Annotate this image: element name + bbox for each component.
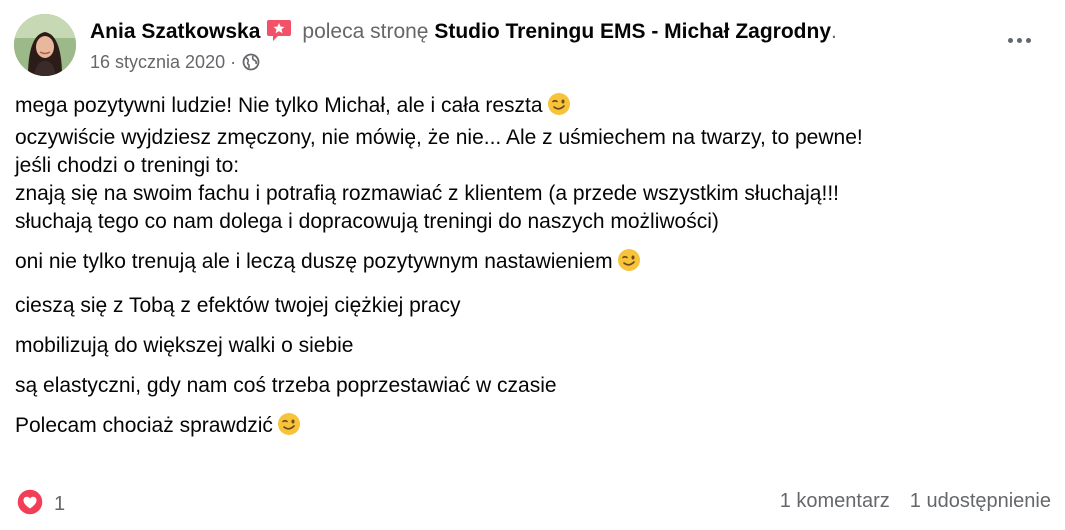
post-footer: 1 1 komentarz 1 udostępnienie <box>16 488 1051 518</box>
text-line: mega pozytywni ludzie! Nie tylko Michał,… <box>15 92 1051 124</box>
more-dot <box>1007 37 1013 43</box>
post-header: Ania Szatkowska poleca stronę Studio Tren… <box>14 12 1051 78</box>
text-line: znają się na swoim fachu i potrafią rozm… <box>15 182 839 205</box>
shares-link[interactable]: 1 udostępnienie <box>910 490 1051 512</box>
post-action: poleca stronę <box>302 20 429 43</box>
winking-face-emoji-icon <box>547 92 571 124</box>
paragraph-6: Polecam chociaż sprawdzić <box>15 412 1051 444</box>
text-line: Polecam chociaż sprawdzić <box>15 414 273 437</box>
post-body: mega pozytywni ludzie! Nie tylko Michał,… <box>15 92 1051 456</box>
post-title-line: Ania Szatkowska poleca stronę Studio Tren… <box>90 18 837 50</box>
text-line: oczywiście wyjdziesz zmęczony, nie mówię… <box>15 126 863 149</box>
paragraph-5: są elastyczni, gdy nam coś trzeba poprze… <box>15 374 557 397</box>
heart-reaction-icon <box>16 488 44 521</box>
text-line: oni nie tylko trenują ale i leczą duszę … <box>15 250 613 273</box>
text-line: słuchają tego co nam dolega i dopracowuj… <box>15 210 719 233</box>
avatar[interactable] <box>14 14 76 76</box>
paragraph-1: mega pozytywni ludzie! Nie tylko Michał,… <box>15 92 1051 236</box>
recommend-badge-icon <box>266 18 292 50</box>
paragraph-4: mobilizują do większej walki o siebie <box>15 334 354 357</box>
post-meta: 16 stycznia 2020 · <box>90 50 260 77</box>
author-name[interactable]: Ania Szatkowska <box>90 20 260 43</box>
reactions-summary[interactable]: 1 <box>16 488 65 521</box>
page-name-link[interactable]: Studio Treningu EMS - Michał Zagrodny <box>434 20 831 43</box>
facebook-post: Ania Szatkowska poleca stronę Studio Tren… <box>0 0 1065 530</box>
more-dot <box>1025 37 1031 43</box>
text-line: jeśli chodzi o treningi to: <box>15 154 240 177</box>
paragraph-2: oni nie tylko trenują ale i leczą duszę … <box>15 248 1051 280</box>
post-date[interactable]: 16 stycznia 2020 <box>90 52 225 72</box>
paragraph-3: cieszą się z Tobą z efektów twojej ciężk… <box>15 294 461 317</box>
winking-face-emoji-icon <box>277 412 301 444</box>
meta-separator: · <box>230 52 237 72</box>
reaction-count: 1 <box>54 493 66 515</box>
winking-face-emoji-icon <box>617 248 641 280</box>
text-line-content: mega pozytywni ludzie! Nie tylko Michał,… <box>15 94 543 117</box>
comments-link[interactable]: 1 komentarz <box>780 490 890 512</box>
engagement-stats: 1 komentarz 1 udostępnienie <box>780 490 1051 513</box>
more-options-button[interactable] <box>1001 28 1037 52</box>
more-dot <box>1016 37 1022 43</box>
globe-icon <box>242 53 260 77</box>
title-period: . <box>831 20 837 43</box>
